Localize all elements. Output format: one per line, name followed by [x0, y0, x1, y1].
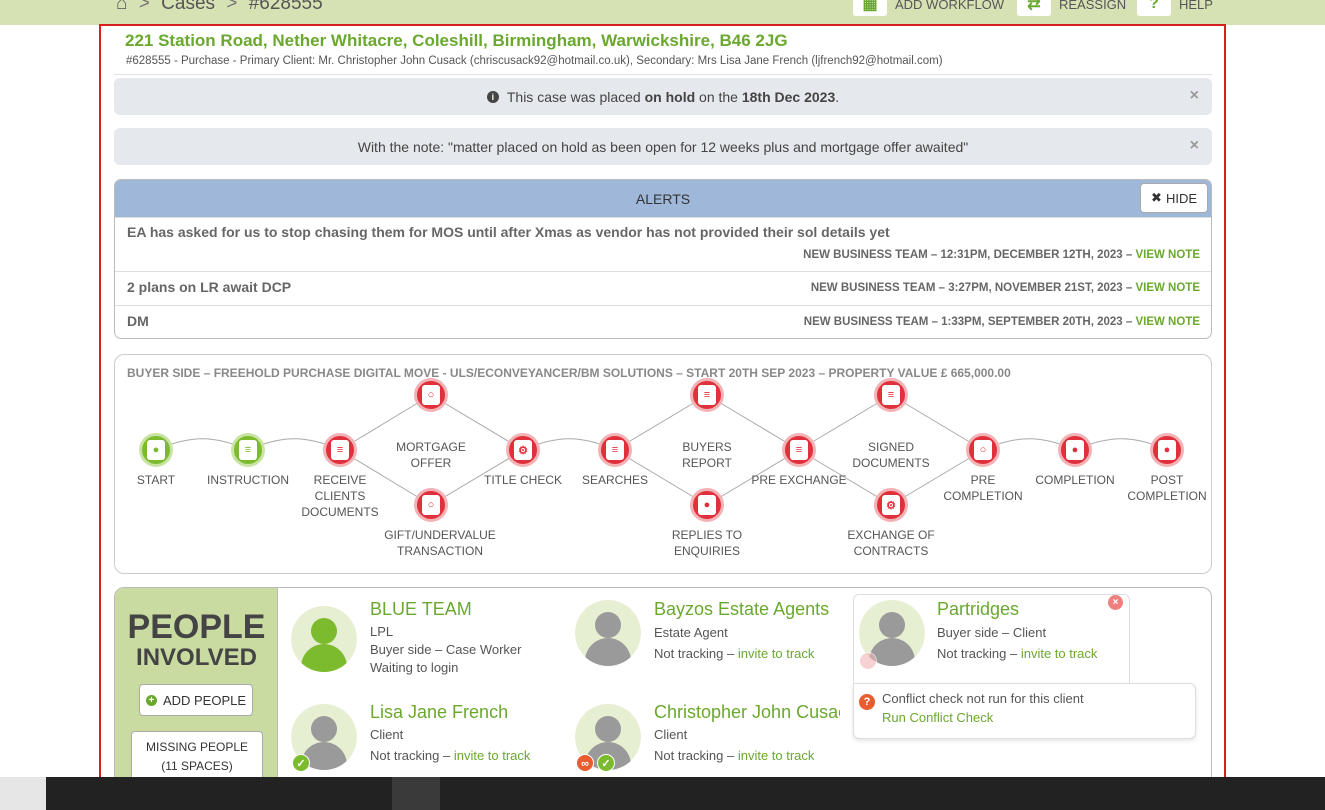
- alert-item: DM NEW BUSINESS TEAM – 1:33PM, SEPTEMBER…: [115, 305, 1211, 338]
- hold-note-banner: With the note: "matter placed on hold as…: [114, 128, 1212, 165]
- involved-title: INVOLVED: [136, 644, 257, 671]
- close-icon[interactable]: ×: [1108, 595, 1123, 610]
- check-icon: ✓: [292, 754, 310, 772]
- breadcrumb-case-ref: #628555: [248, 0, 323, 14]
- case-subtitle: #628555 - Purchase - Primary Client: Mr.…: [126, 55, 943, 67]
- workflow-node-receive-documents[interactable]: ≡: [323, 433, 357, 467]
- link-icon: [859, 652, 877, 670]
- document-icon: ≡: [698, 385, 716, 405]
- divider: [114, 74, 1212, 75]
- document-icon: ≡: [331, 440, 349, 460]
- help-button[interactable]: ? HELP: [1137, 0, 1213, 16]
- workflow-panel: BUYER SIDE – FREEHOLD PURCHASE DIGITAL M…: [114, 354, 1212, 574]
- chat-icon: ○: [974, 440, 992, 460]
- on-hold-banner: i This case was placed on hold on the 18…: [114, 78, 1212, 115]
- help-icon: ?: [1137, 0, 1171, 16]
- breadcrumb-cases[interactable]: Cases: [161, 0, 215, 14]
- workflow-node-exchange-contracts[interactable]: ⚙: [874, 488, 908, 522]
- workflow-node-signed-documents[interactable]: ≡: [874, 378, 908, 412]
- breadcrumb: ⌂ > Cases > #628555: [116, 0, 323, 15]
- hide-alerts-button[interactable]: ✖ HIDE: [1140, 183, 1208, 213]
- chat-icon: ○: [422, 495, 440, 515]
- document-icon: ≡: [239, 440, 257, 460]
- document-icon: ≡: [606, 440, 624, 460]
- reassign-icon: ⇄: [1017, 0, 1051, 16]
- document-icon: ≡: [882, 385, 900, 405]
- document-icon: ≡: [790, 440, 808, 460]
- person-name[interactable]: Bayzos Estate Agents: [654, 599, 829, 620]
- reassign-button[interactable]: ⇄ REASSIGN: [1017, 0, 1126, 16]
- home-icon[interactable]: ⌂: [116, 0, 127, 14]
- alert-item: 2 plans on LR await DCP NEW BUSINESS TEA…: [115, 271, 1211, 305]
- invite-to-track-link[interactable]: invite to track: [738, 646, 815, 661]
- case-panel: 221 Station Road, Nether Whitacre, Coles…: [99, 24, 1226, 785]
- top-bar: ⌂ > Cases > #628555 ▦ ADD WORKFLOW ⇄ REA…: [0, 0, 1325, 25]
- workflow-node-instruction[interactable]: ≡: [231, 433, 265, 467]
- workflow-node-buyers-report[interactable]: ≡: [690, 378, 724, 412]
- check-icon: ✓: [597, 754, 615, 772]
- person-name[interactable]: Christopher John Cusack: [654, 702, 840, 723]
- person-name[interactable]: Partridges: [937, 599, 1019, 620]
- invite-to-track-link[interactable]: invite to track: [454, 748, 531, 763]
- workflow-icon: ▦: [853, 0, 887, 16]
- workflow-node-completion[interactable]: ●: [1058, 433, 1092, 467]
- close-icon[interactable]: ×: [1190, 87, 1199, 105]
- run-conflict-check-link[interactable]: Run Conflict Check: [882, 710, 993, 725]
- workflow-node-pre-completion[interactable]: ○: [966, 433, 1000, 467]
- chat-icon: ○: [422, 385, 440, 405]
- avatar: [291, 606, 357, 672]
- case-address: 221 Station Road, Nether Whitacre, Coles…: [125, 31, 788, 50]
- view-note-link[interactable]: VIEW NOTE: [1135, 249, 1200, 261]
- info-icon: i: [486, 90, 499, 103]
- people-title: PEOPLE: [127, 608, 266, 646]
- workflow-node-post-completion[interactable]: ●: [1150, 433, 1184, 467]
- workflow-node-mortgage-offer[interactable]: ○: [414, 378, 448, 412]
- link-icon: ∞: [576, 754, 594, 772]
- close-icon[interactable]: ×: [1190, 137, 1199, 155]
- pig-icon: ●: [1158, 440, 1176, 460]
- question-icon: ?: [859, 694, 875, 710]
- workflow-node-start[interactable]: ●: [139, 433, 173, 467]
- people-sidebar: PEOPLE INVOLVED + ADD PEOPLE MISSING PEO…: [115, 588, 278, 783]
- taskbar: [0, 777, 1325, 810]
- partridges-card: ? Conflict check not run for this client…: [853, 594, 1196, 739]
- add-workflow-button[interactable]: ▦ ADD WORKFLOW: [853, 0, 1004, 16]
- gear-icon: ⚙: [882, 495, 900, 515]
- close-icon: ✖: [1151, 190, 1162, 205]
- workflow-node-title-check[interactable]: ⚙: [506, 433, 540, 467]
- alert-item: EA has asked for us to stop chasing them…: [115, 217, 1211, 271]
- invite-to-track-link[interactable]: invite to track: [738, 748, 815, 763]
- person-name[interactable]: Lisa Jane French: [370, 702, 508, 723]
- view-note-link[interactable]: VIEW NOTE: [1135, 316, 1200, 328]
- alerts-header: ALERTS: [115, 180, 1211, 217]
- person-name[interactable]: BLUE TEAM: [370, 599, 472, 620]
- pig-icon: ●: [1066, 440, 1084, 460]
- add-people-button[interactable]: + ADD PEOPLE: [139, 684, 253, 716]
- pig-icon: ●: [698, 495, 716, 515]
- gear-icon: ⚙: [514, 440, 532, 460]
- workflow-node-replies-enquiries[interactable]: ●: [690, 488, 724, 522]
- pig-icon: ●: [147, 440, 165, 460]
- invite-to-track-link[interactable]: invite to track: [1021, 646, 1098, 661]
- view-note-link[interactable]: VIEW NOTE: [1135, 282, 1200, 294]
- conflict-check-popup: ? Conflict check not run for this client…: [853, 683, 1196, 739]
- people-involved-panel: PEOPLE INVOLVED + ADD PEOPLE MISSING PEO…: [114, 587, 1212, 783]
- workflow-node-gift-undervalue[interactable]: ○: [414, 488, 448, 522]
- avatar: [575, 600, 641, 666]
- plus-icon: +: [145, 694, 157, 706]
- workflow-connectors: [155, 394, 1168, 506]
- alerts-panel: ALERTS ✖ HIDE EA has asked for us to sto…: [114, 179, 1212, 339]
- workflow-node-pre-exchange[interactable]: ≡: [782, 433, 816, 467]
- workflow-node-searches[interactable]: ≡: [598, 433, 632, 467]
